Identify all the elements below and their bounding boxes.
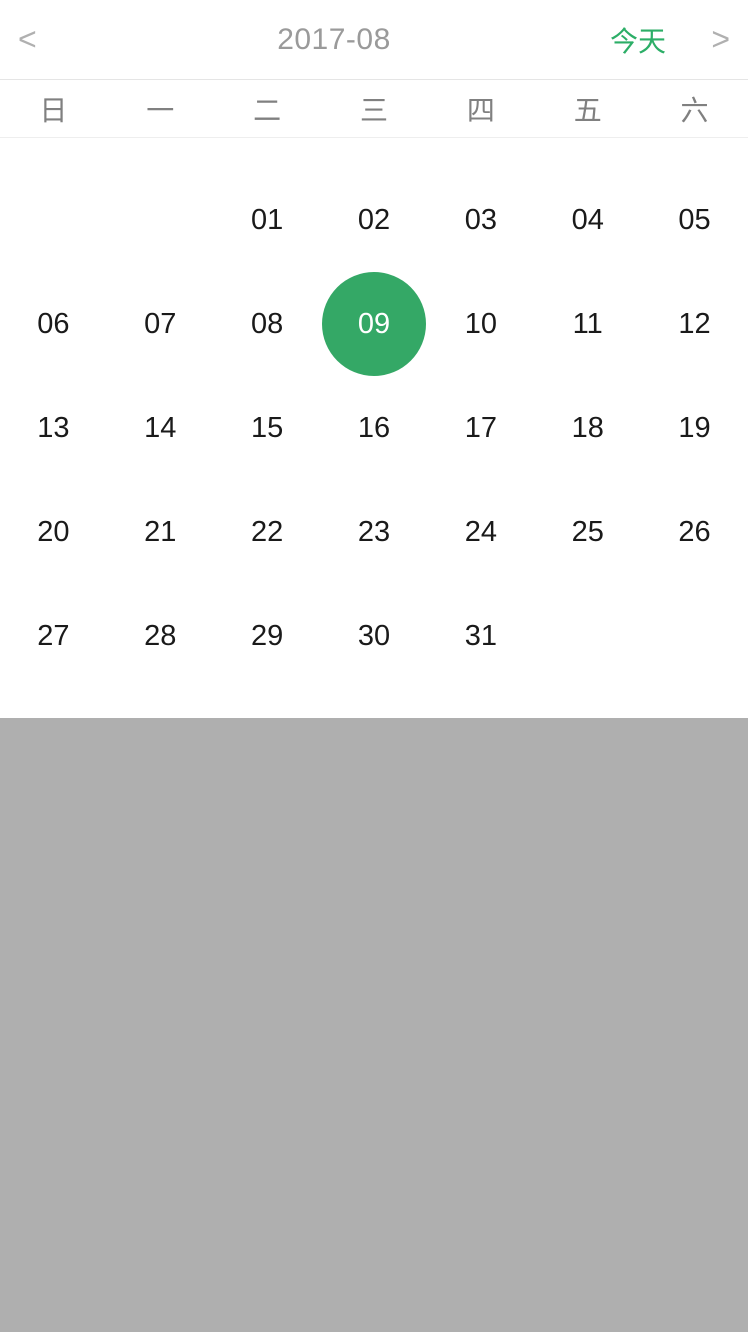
day-cell[interactable]: 12 bbox=[641, 272, 748, 376]
day-number: 16 bbox=[322, 376, 426, 480]
day-cell[interactable]: 04 bbox=[534, 168, 641, 272]
day-cell[interactable]: 27 bbox=[0, 584, 107, 688]
day-cell[interactable]: 30 bbox=[321, 584, 428, 688]
day-number: 21 bbox=[108, 480, 212, 584]
day-number: 29 bbox=[215, 584, 319, 688]
day-cell[interactable]: 11 bbox=[534, 272, 641, 376]
day-cell[interactable]: 02 bbox=[321, 168, 428, 272]
day-number: 25 bbox=[536, 480, 640, 584]
day-number: 07 bbox=[108, 272, 212, 376]
day-cell[interactable]: 09 bbox=[321, 272, 428, 376]
day-cell[interactable]: 26 bbox=[641, 480, 748, 584]
day-cell[interactable]: 31 bbox=[427, 584, 534, 688]
day-number: 20 bbox=[1, 480, 105, 584]
weekday-sat: 六 bbox=[641, 80, 748, 137]
day-number: 03 bbox=[429, 168, 533, 272]
day-cell[interactable]: 14 bbox=[107, 376, 214, 480]
calendar: < 2017-08 今天 > 日 一 二 三 四 五 六 01020304050… bbox=[0, 0, 748, 718]
day-number: 14 bbox=[108, 376, 212, 480]
day-number: 17 bbox=[429, 376, 533, 480]
weekday-sun: 日 bbox=[0, 80, 107, 137]
weekday-wed: 三 bbox=[321, 80, 428, 137]
day-number: 02 bbox=[322, 168, 426, 272]
day-cell[interactable]: 18 bbox=[534, 376, 641, 480]
day-number: 19 bbox=[643, 376, 747, 480]
weekday-tue: 二 bbox=[214, 80, 321, 137]
day-number: 22 bbox=[215, 480, 319, 584]
day-number: 15 bbox=[215, 376, 319, 480]
month-title: 2017-08 bbox=[277, 23, 391, 57]
day-cell[interactable]: 21 bbox=[107, 480, 214, 584]
prev-month-button[interactable]: < bbox=[18, 21, 58, 58]
weekday-thu: 四 bbox=[427, 80, 534, 137]
day-number: 11 bbox=[536, 272, 640, 376]
day-cell[interactable]: 22 bbox=[214, 480, 321, 584]
day-cell[interactable]: 16 bbox=[321, 376, 428, 480]
day-number: 08 bbox=[215, 272, 319, 376]
day-number: 23 bbox=[322, 480, 426, 584]
day-cell[interactable]: 10 bbox=[427, 272, 534, 376]
day-cell[interactable]: 17 bbox=[427, 376, 534, 480]
day-number: 12 bbox=[643, 272, 747, 376]
day-number: 04 bbox=[536, 168, 640, 272]
day-number: 31 bbox=[429, 584, 533, 688]
day-cell[interactable]: 23 bbox=[321, 480, 428, 584]
next-month-button[interactable]: > bbox=[690, 21, 730, 58]
day-number: 24 bbox=[429, 480, 533, 584]
day-cell[interactable]: 15 bbox=[214, 376, 321, 480]
day-cell[interactable]: 29 bbox=[214, 584, 321, 688]
weekday-mon: 一 bbox=[107, 80, 214, 137]
days-grid: 0102030405 06070809101112 13141516171819 20… bbox=[0, 138, 748, 718]
day-cell[interactable]: 28 bbox=[107, 584, 214, 688]
day-number: 27 bbox=[1, 584, 105, 688]
today-button[interactable]: 今天 bbox=[610, 20, 666, 60]
weekday-fri: 五 bbox=[534, 80, 641, 137]
day-number: 06 bbox=[1, 272, 105, 376]
day-number: 13 bbox=[1, 376, 105, 480]
day-number: 01 bbox=[215, 168, 319, 272]
day-cell[interactable]: 13 bbox=[0, 376, 107, 480]
day-number: 18 bbox=[536, 376, 640, 480]
day-cell[interactable]: 08 bbox=[214, 272, 321, 376]
day-cell[interactable]: 01 bbox=[214, 168, 321, 272]
day-number: 10 bbox=[429, 272, 533, 376]
day-cell[interactable]: 07 bbox=[107, 272, 214, 376]
day-number: 09 bbox=[322, 272, 426, 376]
weekday-row: 日 一 二 三 四 五 六 bbox=[0, 80, 748, 138]
title-wrap: 2017-08 bbox=[58, 23, 610, 57]
day-cell[interactable]: 24 bbox=[427, 480, 534, 584]
day-cell[interactable]: 25 bbox=[534, 480, 641, 584]
day-cell-empty bbox=[0, 168, 107, 272]
day-number: 28 bbox=[108, 584, 212, 688]
day-cell[interactable]: 05 bbox=[641, 168, 748, 272]
day-number: 26 bbox=[643, 480, 747, 584]
day-cell[interactable]: 06 bbox=[0, 272, 107, 376]
calendar-header: < 2017-08 今天 > bbox=[0, 0, 748, 80]
day-number: 05 bbox=[643, 168, 747, 272]
day-cell-empty bbox=[107, 168, 214, 272]
day-number: 30 bbox=[322, 584, 426, 688]
day-cell[interactable]: 20 bbox=[0, 480, 107, 584]
day-cell[interactable]: 03 bbox=[427, 168, 534, 272]
day-cell[interactable]: 19 bbox=[641, 376, 748, 480]
